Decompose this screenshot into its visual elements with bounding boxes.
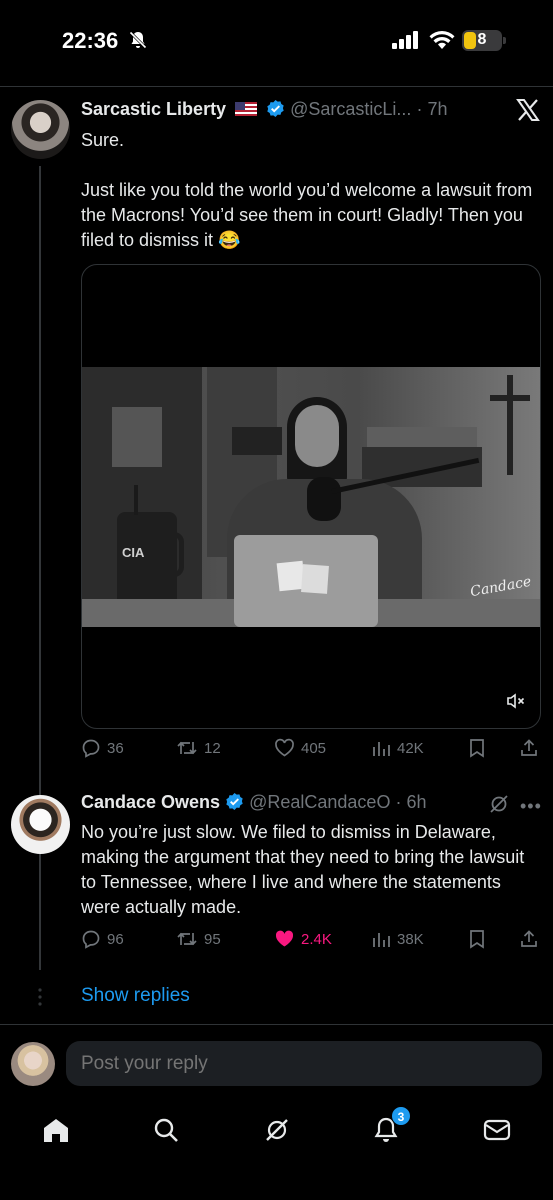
reply-count: 36 (107, 739, 124, 757)
tweet-text: Sure. Just like you told the world you’d… (81, 128, 541, 253)
grok-icon[interactable] (488, 793, 510, 815)
tweet-text: No you’re just slow. We filed to dismiss… (81, 820, 541, 920)
reply-icon (82, 930, 100, 949)
bookmark-button[interactable] (468, 929, 486, 949)
reply-button[interactable]: 96 (81, 929, 124, 949)
grok-icon (266, 1119, 288, 1141)
verified-badge-icon (226, 792, 243, 811)
video-player[interactable]: CIA Candace (81, 264, 541, 729)
divider (0, 86, 553, 87)
x-logo-icon[interactable] (516, 98, 540, 122)
tweet-text-line (81, 153, 541, 178)
tweet-header: Sarcastic Liberty @SarcasticLi... · 7h (81, 99, 447, 120)
tweet-header: Candace Owens @RealCandaceO · 6h (81, 792, 427, 813)
repost-button[interactable]: 12 (176, 738, 221, 758)
share-icon (521, 739, 537, 756)
more-options-icon[interactable]: ••• (520, 796, 542, 817)
video-watermark: Candace (469, 573, 533, 601)
views-button[interactable]: 42K (371, 738, 424, 758)
tweet-actions: 96 95 2.4K 38K (81, 929, 541, 955)
show-replies-link[interactable]: Show replies (81, 985, 190, 1007)
cellular-signal-icon (392, 31, 418, 49)
tweet-text-line: Just like you told the world you’d welco… (81, 180, 533, 250)
like-button[interactable]: 405 (274, 738, 326, 758)
divider (0, 1024, 553, 1025)
author-name[interactable]: Candace Owens (81, 792, 220, 812)
share-icon (521, 930, 537, 947)
mute-icon[interactable] (506, 693, 526, 709)
reply-input[interactable] (66, 1041, 542, 1086)
avatar[interactable] (11, 100, 70, 159)
video-frame[interactable]: CIA Candace (82, 367, 540, 627)
notifications-badge: 3 (391, 1106, 411, 1126)
views-count: 38K (397, 930, 424, 948)
tab-home[interactable] (36, 1110, 76, 1150)
bottom-tab-bar (0, 1100, 553, 1200)
tweet-text-line: Sure. (81, 130, 125, 150)
bookmark-button[interactable] (468, 738, 486, 758)
home-icon (44, 1119, 68, 1142)
like-count: 405 (301, 739, 327, 757)
my-avatar[interactable] (11, 1042, 55, 1086)
silent-bell-icon (128, 30, 148, 50)
bookmark-icon (470, 930, 484, 949)
repost-icon (177, 741, 197, 755)
heart-icon (275, 738, 294, 757)
views-button[interactable]: 38K (371, 929, 424, 949)
author-handle[interactable]: @RealCandaceO (249, 792, 390, 812)
like-count: 2.4K (301, 930, 332, 948)
author-name[interactable]: Sarcastic Liberty (81, 99, 226, 119)
reply-count: 96 (107, 930, 124, 948)
repost-icon (177, 932, 197, 946)
post-time: · 7h (416, 99, 448, 119)
cup-label: CIA (122, 545, 145, 560)
views-icon (373, 933, 390, 947)
bookmark-icon (470, 739, 484, 758)
repost-count: 12 (204, 739, 221, 757)
battery-icon: 8 (462, 30, 502, 51)
tab-search[interactable] (146, 1110, 186, 1150)
wifi-icon (429, 30, 455, 49)
repost-count: 95 (204, 930, 221, 948)
views-icon (373, 742, 390, 756)
like-button[interactable]: 2.4K (274, 929, 332, 949)
author-handle[interactable]: @SarcasticLi... (290, 99, 411, 119)
reply-button[interactable]: 36 (81, 738, 124, 758)
tab-messages[interactable] (477, 1110, 517, 1150)
search-icon (154, 1118, 178, 1142)
repost-button[interactable]: 95 (176, 929, 221, 949)
status-time: 22:36 (62, 28, 119, 53)
thread-dots-icon (38, 988, 42, 1006)
views-count: 42K (397, 739, 424, 757)
heart-filled-icon (275, 930, 294, 947)
verified-badge-icon (267, 99, 284, 118)
share-button[interactable] (519, 929, 539, 949)
reply-icon (82, 739, 100, 758)
post-time: · 6h (395, 792, 427, 812)
tweet-actions: 36 12 405 42K (81, 738, 541, 764)
avatar[interactable] (11, 795, 70, 854)
tab-grok[interactable] (257, 1110, 297, 1150)
us-flag-icon (235, 102, 258, 116)
mail-icon (483, 1119, 511, 1141)
status-bar: 22:36 8 (0, 0, 553, 86)
battery-level: 8 (477, 31, 487, 48)
tweet-text-line: No you’re just slow. We filed to dismiss… (81, 822, 525, 917)
share-button[interactable] (519, 738, 539, 758)
